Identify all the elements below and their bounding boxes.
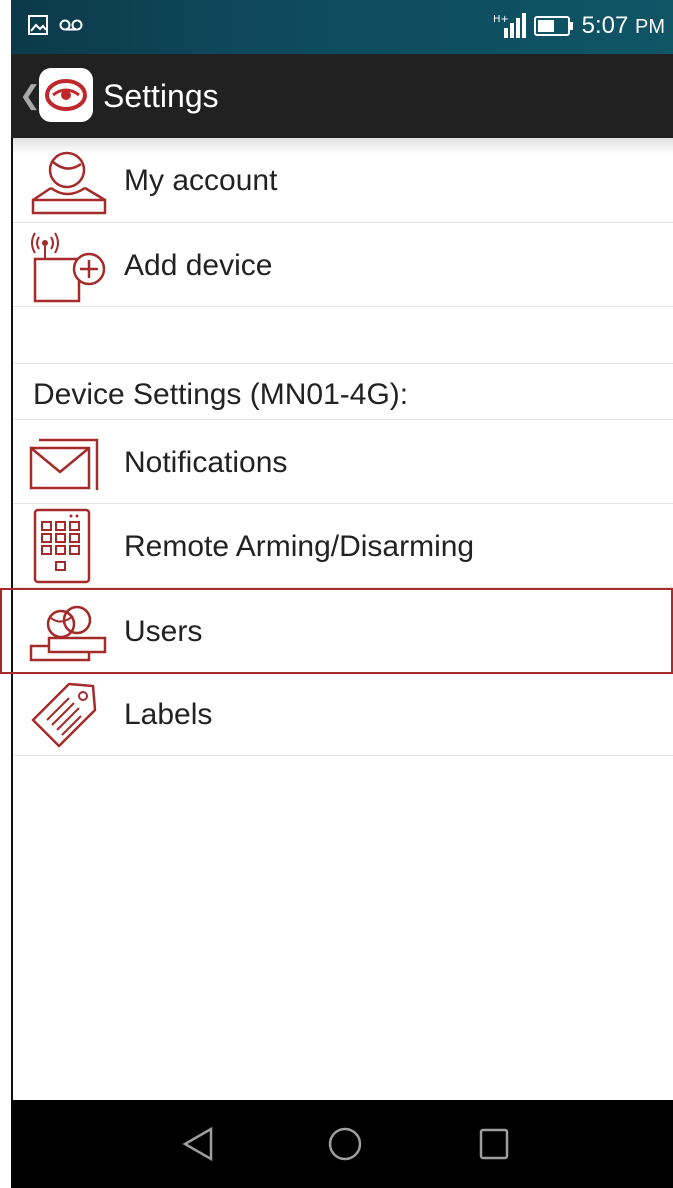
chevron-left-icon[interactable]: ❮ (19, 80, 41, 111)
status-time: 5:07 PM (582, 12, 665, 40)
tag-icon (31, 682, 97, 748)
device-settings-header: Device Settings (MN01-4G): (13, 364, 673, 420)
add-device-icon (31, 232, 106, 303)
voicemail-icon (59, 19, 83, 31)
status-bar: H+ 5:07 PM (11, 0, 673, 54)
labels-label: Labels (124, 698, 213, 731)
notifications-label: Notifications (124, 446, 288, 479)
envelope-icon (29, 438, 99, 490)
keypad-icon (33, 508, 91, 584)
navigation-bar (11, 1100, 673, 1188)
signal-icon: H+ (493, 13, 526, 38)
labels-row[interactable]: Labels (13, 674, 673, 756)
image-icon (28, 15, 48, 35)
device-settings-title: Device Settings (MN01-4G): (33, 378, 409, 411)
eye-logo-icon[interactable] (39, 68, 93, 122)
app-bar: ❮ Settings (11, 54, 673, 138)
notifications-row[interactable]: Notifications (13, 420, 673, 504)
svg-text:H+: H+ (493, 14, 509, 25)
add-device-label: Add device (124, 249, 273, 282)
screen: H+ 5:07 PM ❮ Settings My account Add dev… (0, 0, 673, 1188)
remote-arming-row[interactable]: Remote Arming/Disarming (13, 504, 673, 588)
home-circle-icon[interactable] (327, 1126, 363, 1162)
left-margin (0, 0, 11, 1188)
battery-icon (533, 16, 573, 36)
my-account-label: My account (124, 164, 278, 197)
spacer-row (13, 307, 673, 364)
my-account-row[interactable]: My account (13, 140, 673, 223)
page-title: Settings (103, 78, 219, 114)
users-label: Users (124, 615, 203, 648)
recents-square-icon[interactable] (477, 1126, 511, 1162)
remote-arming-label: Remote Arming/Disarming (124, 530, 475, 563)
users-icon (29, 605, 107, 662)
back-triangle-icon[interactable] (181, 1126, 215, 1162)
time-ampm: PM (635, 16, 665, 38)
users-row[interactable]: Users (13, 588, 673, 674)
account-icon (31, 151, 107, 215)
add-device-row[interactable]: Add device (13, 223, 673, 307)
time-value: 5:07 (581, 12, 629, 39)
